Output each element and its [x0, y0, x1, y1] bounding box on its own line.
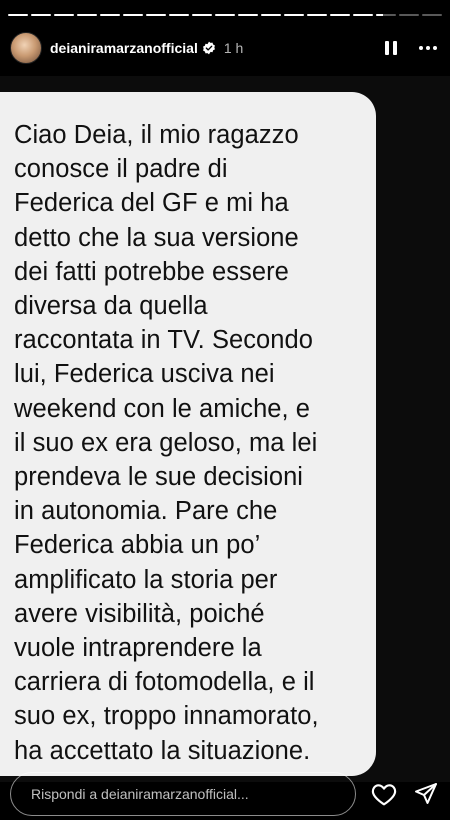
reply-bar [10, 772, 440, 816]
message-line: diversa da quella [14, 292, 208, 321]
progress-segment [261, 14, 281, 16]
message-line: vuole intraprendere la [14, 634, 262, 663]
message-line: il suo ex era geloso, ma lei [14, 428, 318, 457]
progress-fill [100, 14, 120, 16]
message-line: weekend con le amiche, e [14, 394, 311, 423]
progress-segment [284, 14, 304, 16]
message-line: detto che la sua versione [14, 223, 299, 252]
progress-segment [307, 14, 327, 16]
progress-segment [31, 14, 51, 16]
progress-fill [169, 14, 189, 16]
progress-fill [54, 14, 74, 16]
progress-fill [330, 14, 350, 16]
message-line: suo ex, troppo innamorato, [14, 702, 319, 731]
message-line: in autonomia. Pare che [14, 497, 278, 526]
message-line: Federica del GF e mi ha [14, 189, 289, 218]
avatar[interactable] [10, 32, 42, 64]
progress-fill [146, 14, 166, 16]
progress-segment [422, 14, 442, 16]
story-content[interactable]: Ciao Deia, il mio ragazzo conosce il pad… [0, 76, 450, 782]
pause-icon[interactable] [380, 37, 402, 59]
progress-segment [100, 14, 120, 16]
message-line: lui, Federica usciva nei [14, 360, 275, 389]
progress-fill [261, 14, 281, 16]
reply-input[interactable] [10, 772, 356, 816]
message-line: dei fatti potrebbe essere [14, 257, 289, 286]
progress-segment [8, 14, 28, 16]
progress-segment [77, 14, 97, 16]
progress-segment [353, 14, 373, 16]
progress-segment [169, 14, 189, 16]
progress-segment [54, 14, 74, 16]
progress-fill [215, 14, 235, 16]
message-line: Federica abbia un po’ [14, 531, 261, 560]
progress-segment [399, 14, 419, 16]
progress-segment [238, 14, 258, 16]
message-line: amplificato la storia per [14, 565, 278, 594]
progress-fill [77, 14, 97, 16]
progress-segment [146, 14, 166, 16]
message-line: carriera di fotomodella, e il [14, 668, 315, 697]
message-line: prendeva le sue decisioni [14, 463, 304, 492]
message-line: Ciao Deia, il mio ragazzo [14, 121, 299, 149]
progress-segment [330, 14, 350, 16]
more-options-icon[interactable] [416, 37, 440, 59]
progress-segment [376, 14, 396, 16]
message-line: avere visibilità, poiché [14, 599, 265, 628]
progress-fill [8, 14, 28, 16]
story-progress-bars [8, 14, 442, 16]
message-line: ha accettato la situazione. [14, 736, 311, 765]
send-icon[interactable] [412, 780, 440, 808]
progress-fill [192, 14, 212, 16]
progress-fill [31, 14, 51, 16]
progress-segment [215, 14, 235, 16]
progress-fill [376, 14, 383, 16]
message-line: raccontata in TV. Secondo [14, 326, 313, 355]
username[interactable]: deianiramarzanofficial [50, 40, 198, 56]
progress-segment [123, 14, 143, 16]
heart-icon[interactable] [370, 780, 398, 808]
message-line: conosce il padre di [14, 155, 228, 184]
progress-segment [192, 14, 212, 16]
verified-badge-icon [202, 41, 216, 55]
message-bubble: Ciao Deia, il mio ragazzo conosce il pad… [0, 92, 376, 776]
progress-fill [353, 14, 373, 16]
message-text: Ciao Deia, il mio ragazzo conosce il pad… [14, 118, 364, 768]
progress-fill [284, 14, 304, 16]
timestamp: 1 h [223, 40, 244, 56]
progress-fill [238, 14, 258, 16]
story-header: deianiramarzanofficial 1 h [10, 30, 440, 66]
progress-fill [123, 14, 143, 16]
progress-fill [307, 14, 327, 16]
